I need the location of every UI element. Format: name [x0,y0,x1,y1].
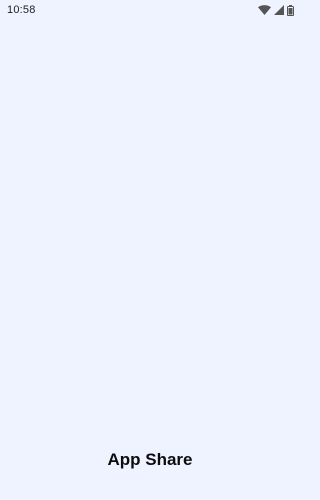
splash-screen [0,20,300,500]
status-icons [258,4,294,16]
status-bar: 10:58 [0,0,300,20]
app-name-title: App Share [107,450,193,469]
battery-icon [287,4,294,16]
cellular-signal-icon [274,5,284,15]
wifi-icon [258,5,271,15]
status-time: 10:58 [7,4,36,16]
